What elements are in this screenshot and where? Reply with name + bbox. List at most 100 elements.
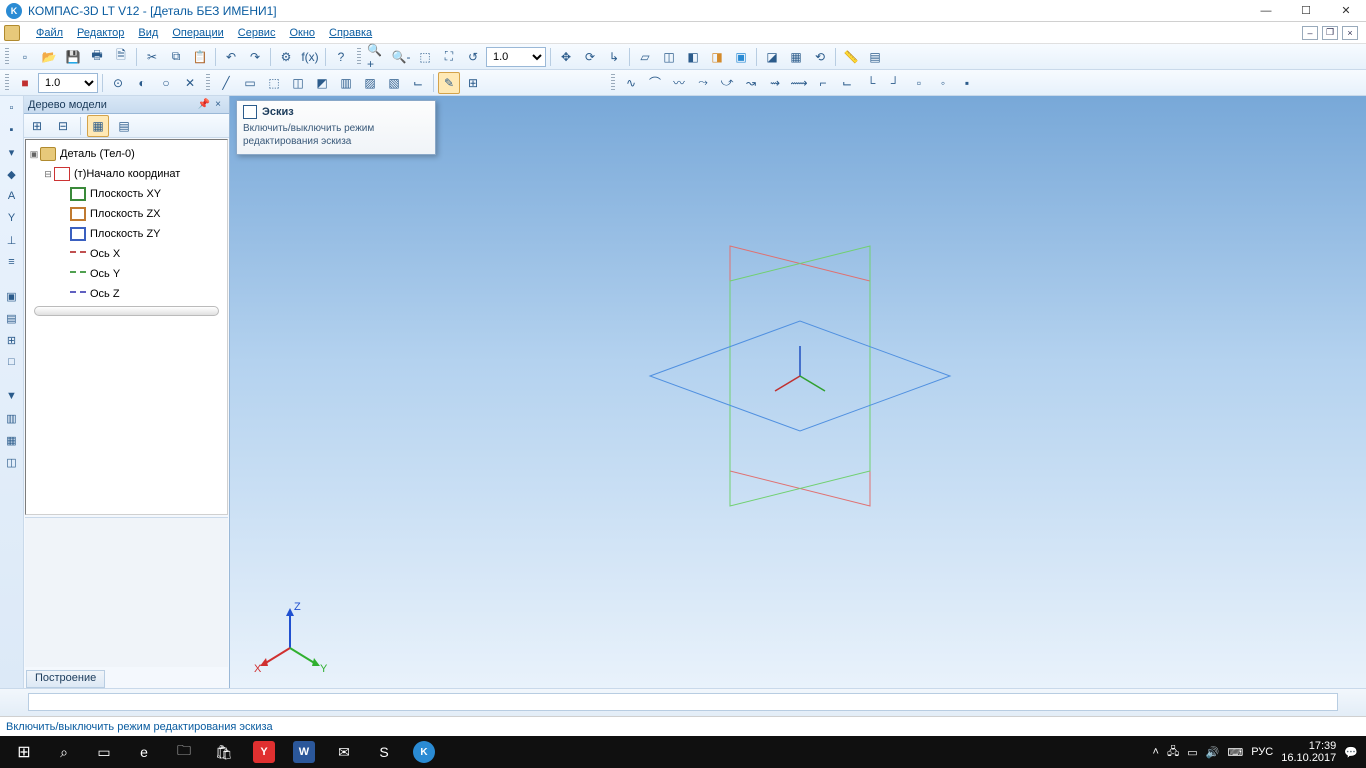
tray-up-icon[interactable]: ˄: [1153, 746, 1159, 758]
perspective-button[interactable]: ▣: [730, 46, 752, 68]
viewport-3d[interactable]: Z X Y: [230, 96, 1366, 688]
panel-edit-icon[interactable]: ▪: [2, 120, 22, 140]
hidden-button[interactable]: ◫: [658, 46, 680, 68]
close-button[interactable]: ✕: [1326, 0, 1366, 22]
start-button[interactable]: ⊞: [4, 736, 44, 768]
zoom-in-button[interactable]: 🔍+: [366, 46, 388, 68]
tray-lang[interactable]: РУС: [1251, 746, 1273, 758]
panel-meas-icon[interactable]: ≡: [2, 252, 22, 272]
misc3-button[interactable]: ▪: [956, 72, 978, 94]
panel-body-icon[interactable]: ▣: [2, 286, 22, 306]
kompas-task-icon[interactable]: K: [404, 736, 444, 768]
sketch-button[interactable]: ✎: [438, 72, 460, 94]
pan-button[interactable]: ✥: [555, 46, 577, 68]
panel-filter-icon[interactable]: ▼: [2, 386, 22, 406]
button-d[interactable]: ▥: [335, 72, 357, 94]
menu-file[interactable]: Файл: [30, 25, 69, 41]
word-icon[interactable]: W: [284, 736, 324, 768]
paste-button[interactable]: 📋: [189, 46, 211, 68]
tree-item[interactable]: Плоскость ZY: [28, 224, 225, 244]
tree-btn2[interactable]: ⊟: [52, 115, 74, 137]
misc2-button[interactable]: ◦: [932, 72, 954, 94]
panel-param-icon[interactable]: ⊥: [2, 230, 22, 250]
corner2-button[interactable]: ⌙: [836, 72, 858, 94]
button-e[interactable]: ▨: [359, 72, 381, 94]
panel-report-icon[interactable]: ▦: [2, 430, 22, 450]
snap-center-button[interactable]: ○: [155, 72, 177, 94]
tray-battery-icon[interactable]: ▭: [1187, 746, 1197, 759]
mdi-document-icon[interactable]: [4, 25, 20, 41]
tree-item[interactable]: Плоскость ZX: [28, 204, 225, 224]
tree-item[interactable]: Ось X: [28, 244, 225, 264]
measure-button[interactable]: 📏: [840, 46, 862, 68]
menu-service[interactable]: Сервис: [232, 25, 282, 41]
tree-item[interactable]: Плоскость XY: [28, 184, 225, 204]
stop-button[interactable]: ■: [14, 72, 36, 94]
skype-icon[interactable]: S: [364, 736, 404, 768]
button-a[interactable]: ⬚: [263, 72, 285, 94]
menu-window[interactable]: Окно: [283, 25, 321, 41]
menu-operations[interactable]: Операции: [166, 25, 229, 41]
save-button[interactable]: 💾: [62, 46, 84, 68]
panel-lib-icon[interactable]: ◫: [2, 452, 22, 472]
search-button[interactable]: ⌕: [44, 736, 84, 768]
button-f[interactable]: ▧: [383, 72, 405, 94]
misc1-button[interactable]: ▫: [908, 72, 930, 94]
rect-button[interactable]: ▭: [239, 72, 261, 94]
open-button[interactable]: 📂: [38, 46, 60, 68]
new-button[interactable]: ▫: [14, 46, 36, 68]
menu-editor[interactable]: Редактор: [71, 25, 130, 41]
tree-origin[interactable]: ⊟ (т)Начало координат: [28, 164, 225, 184]
tree-hscroll[interactable]: [34, 306, 219, 316]
property-field[interactable]: [28, 693, 1338, 711]
mail-icon[interactable]: ✉: [324, 736, 364, 768]
shaded-button[interactable]: ◧: [682, 46, 704, 68]
line-button[interactable]: ╱: [215, 72, 237, 94]
tray-clock[interactable]: 17:39 16.10.2017: [1281, 740, 1336, 764]
tree-item[interactable]: Ось Y: [28, 264, 225, 284]
tray-notifications-icon[interactable]: 💬: [1344, 746, 1358, 759]
step-combo[interactable]: 1.0: [38, 73, 98, 93]
zoom-window-button[interactable]: ⬚: [414, 46, 436, 68]
wireframe-button[interactable]: ▱: [634, 46, 656, 68]
tree-btn4[interactable]: ▤: [113, 115, 135, 137]
panel-spec-icon[interactable]: ▥: [2, 408, 22, 428]
rebuild-button[interactable]: ⟲: [809, 46, 831, 68]
mdi-close[interactable]: ×: [1342, 26, 1358, 40]
button-c[interactable]: ◩: [311, 72, 333, 94]
preview-button[interactable]: 🗎: [110, 46, 132, 68]
tree-btn3[interactable]: ▦: [87, 115, 109, 137]
snap-intersect-button[interactable]: ✕: [179, 72, 201, 94]
orient-button[interactable]: ↳: [603, 46, 625, 68]
tree-pin-icon[interactable]: 📌: [197, 98, 211, 112]
zoom-prev-button[interactable]: ↺: [462, 46, 484, 68]
curve6-button[interactable]: ⟿: [788, 72, 810, 94]
tree-close-icon[interactable]: ×: [211, 98, 225, 112]
tree-item[interactable]: Ось Z: [28, 284, 225, 304]
snap-mid-button[interactable]: ◐: [131, 72, 153, 94]
properties-button[interactable]: ⚙: [275, 46, 297, 68]
cut-button[interactable]: ✂: [141, 46, 163, 68]
mdi-restore[interactable]: ❐: [1322, 26, 1338, 40]
zoom-out-button[interactable]: 🔍-: [390, 46, 412, 68]
section-button[interactable]: ◪: [761, 46, 783, 68]
maximize-button[interactable]: ☐: [1286, 0, 1326, 22]
curve3-button[interactable]: ⤻: [716, 72, 738, 94]
help-button[interactable]: ?: [330, 46, 352, 68]
curve5-button[interactable]: ⇝: [764, 72, 786, 94]
menu-help[interactable]: Справка: [323, 25, 378, 41]
arc-button[interactable]: ⌒: [644, 72, 666, 94]
print-button[interactable]: 🖶: [86, 46, 108, 68]
store-icon[interactable]: 🛍: [204, 736, 244, 768]
panel-sheet-icon[interactable]: ▤: [2, 308, 22, 328]
panel-dim-icon[interactable]: ▾: [2, 142, 22, 162]
render-button[interactable]: ▤: [864, 46, 886, 68]
undo-button[interactable]: ↶: [220, 46, 242, 68]
panel-text-icon[interactable]: A: [2, 186, 22, 206]
copy-button[interactable]: ⧉: [165, 46, 187, 68]
panel-geom-icon[interactable]: ▫: [2, 98, 22, 118]
tray-keyboard-icon[interactable]: ⌨: [1227, 746, 1243, 759]
snap-end-button[interactable]: ⊙: [107, 72, 129, 94]
edge-icon[interactable]: e: [124, 736, 164, 768]
tree-btn1[interactable]: ⊞: [26, 115, 48, 137]
